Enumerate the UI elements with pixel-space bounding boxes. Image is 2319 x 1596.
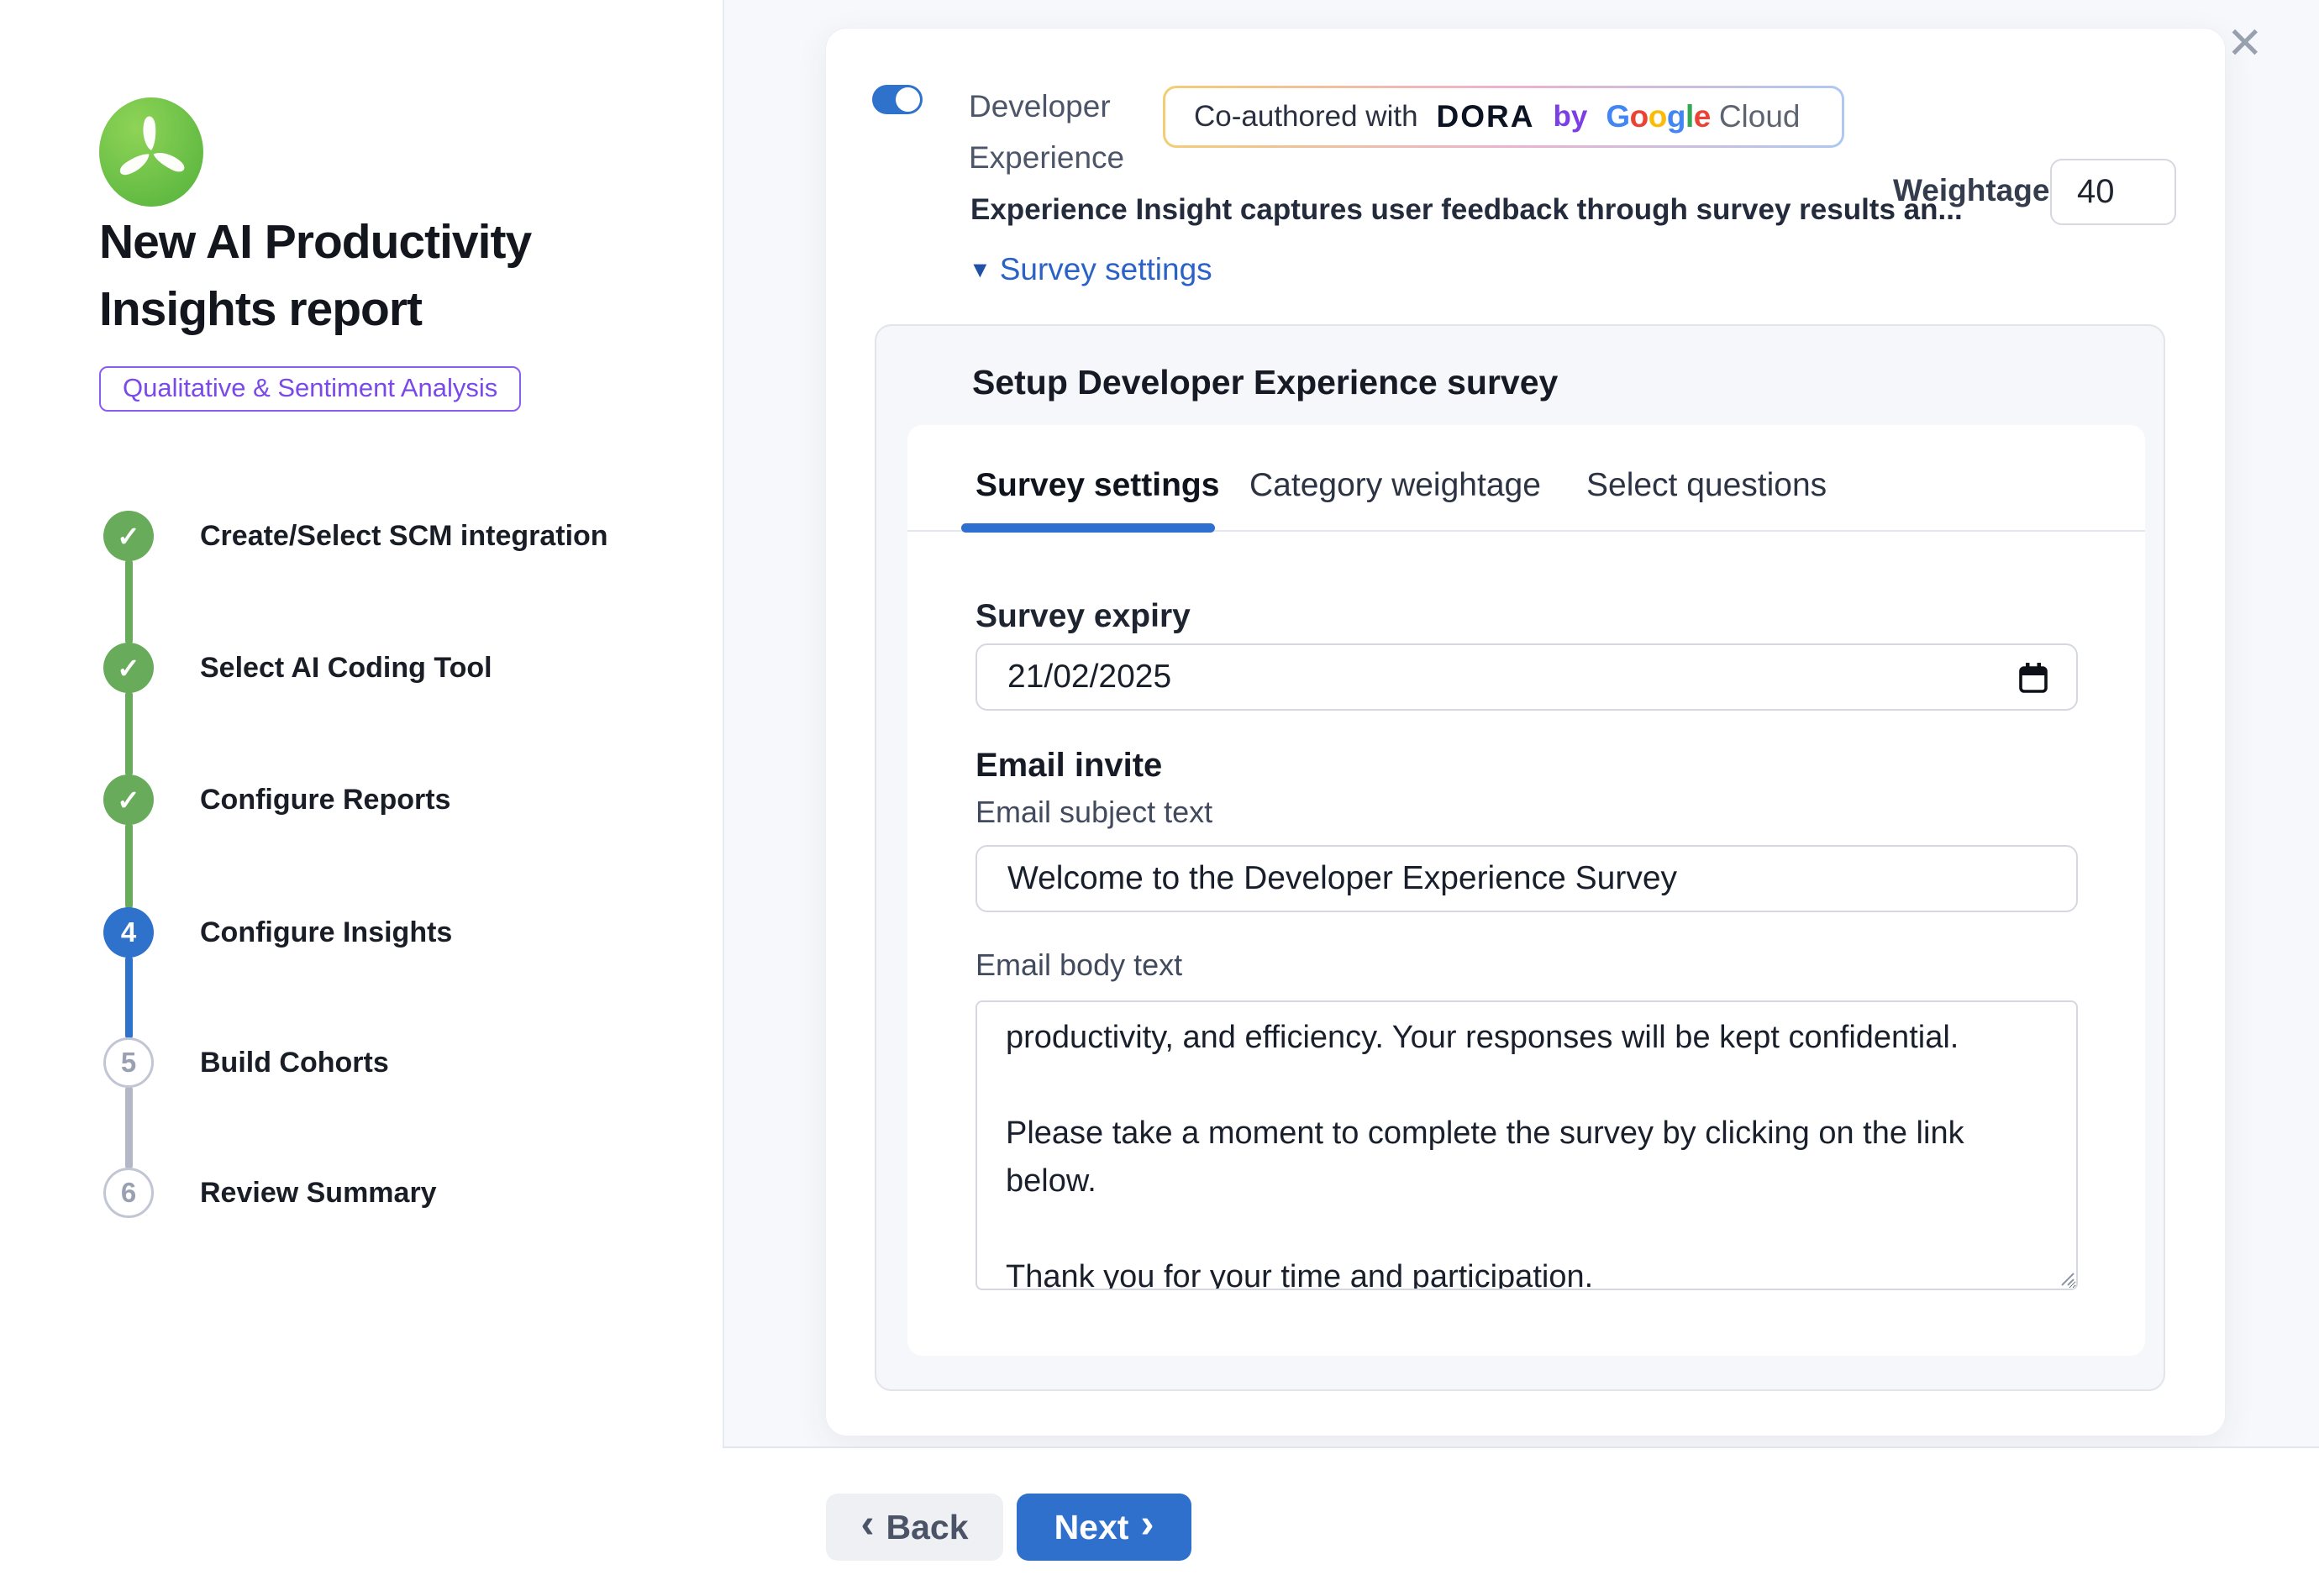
google-letter: o — [1630, 99, 1649, 134]
chevron-left-icon: ‹ — [861, 1508, 875, 1541]
page: { "sidebar": { "title": "New AI Producti… — [0, 0, 2319, 1596]
collapse-triangle-icon: ▼ — [969, 257, 991, 283]
footer: ‹ Back Next › — [723, 1448, 2319, 1596]
google-cloud-label: Cloud — [1719, 99, 1801, 134]
google-letter: o — [1649, 99, 1667, 134]
google-letter: g — [1667, 99, 1685, 134]
step-marker-6[interactable]: 6 — [103, 1168, 154, 1218]
tab-category-weightage[interactable]: Category weightage — [1249, 467, 1541, 504]
coauthored-badge: Co-authored with DORA by Google Cloud — [1163, 86, 1844, 148]
step-marker-4[interactable]: 4 — [103, 907, 154, 958]
step-label-configure-insights[interactable]: Configure Insights — [200, 912, 452, 953]
google-letter: l — [1685, 99, 1694, 134]
sidebar: New AI Productivity Insights report Qual… — [0, 0, 724, 1596]
survey-setup-panel: Setup Developer Experience survey Survey… — [875, 324, 2165, 1391]
step-connector — [125, 823, 133, 909]
step-label-ai-coding-tool[interactable]: Select AI Coding Tool — [200, 648, 492, 688]
developer-experience-toggle[interactable] — [872, 85, 923, 114]
back-button-label: Back — [886, 1508, 968, 1547]
calendar-icon[interactable] — [2018, 662, 2048, 698]
survey-expiry-label: Survey expiry — [975, 598, 1191, 635]
survey-settings-link-label: Survey settings — [1000, 252, 1212, 287]
step-marker-3[interactable]: ✓ — [103, 774, 154, 825]
dora-logo: DORA — [1437, 99, 1535, 134]
propeller-logo-icon — [99, 97, 203, 207]
survey-setup-heading: Setup Developer Experience survey — [972, 363, 1558, 402]
page-title: New AI Productivity Insights report — [99, 208, 645, 343]
close-icon[interactable]: ✕ — [2227, 22, 2264, 66]
email-invite-heading: Email invite — [975, 747, 1162, 785]
insight-description: Experience Insight captures user feedbac… — [970, 193, 1963, 227]
google-letter: G — [1606, 99, 1629, 134]
email-subject-input[interactable] — [975, 845, 2078, 912]
survey-settings-collapse-link[interactable]: ▼ Survey settings — [969, 252, 1212, 287]
step-label-configure-reports[interactable]: Configure Reports — [200, 780, 450, 820]
tab-survey-settings[interactable]: Survey settings — [975, 467, 1219, 504]
step-connector — [125, 691, 133, 776]
tab-select-questions[interactable]: Select questions — [1586, 467, 1827, 504]
step-marker-1[interactable]: ✓ — [103, 511, 154, 561]
report-type-badge: Qualitative & Sentiment Analysis — [99, 366, 521, 412]
active-tab-underline — [961, 523, 1215, 533]
google-letter: e — [1694, 99, 1711, 134]
google-logo: Google — [1606, 99, 1710, 134]
step-connector — [125, 559, 133, 644]
step-connector — [125, 1086, 133, 1169]
survey-expiry-input[interactable] — [975, 643, 2078, 711]
step-label-build-cohorts[interactable]: Build Cohorts — [200, 1042, 389, 1083]
step-marker-5[interactable]: 5 — [103, 1037, 154, 1088]
weightage-input[interactable] — [2050, 159, 2176, 225]
coauthored-badge-inner: Co-authored with DORA by Google Cloud — [1165, 88, 1842, 145]
coauthored-by: by — [1554, 100, 1588, 134]
step-label-scm-integration[interactable]: Create/Select SCM integration — [200, 516, 608, 556]
survey-tabs-card: Survey settings Category weightage Selec… — [907, 425, 2145, 1356]
email-subject-label: Email subject text — [975, 795, 1212, 830]
toggle-knob — [896, 87, 920, 112]
weightage-label: Weightage — [1893, 173, 2049, 208]
email-body-textarea[interactable]: productivity, and efficiency. Your respo… — [975, 1000, 2078, 1290]
back-button[interactable]: ‹ Back — [826, 1494, 1003, 1561]
next-button[interactable]: Next › — [1017, 1494, 1191, 1561]
step-connector — [125, 956, 133, 1039]
coauthored-prefix: Co-authored with — [1194, 100, 1418, 134]
step-marker-2[interactable]: ✓ — [103, 643, 154, 693]
step-label-review-summary[interactable]: Review Summary — [200, 1173, 437, 1213]
email-body-label: Email body text — [975, 948, 1182, 983]
chevron-right-icon: › — [1140, 1508, 1154, 1541]
configure-insights-modal: Developer Experience Co-authored with DO… — [825, 28, 2226, 1436]
next-button-label: Next — [1054, 1508, 1129, 1547]
insight-name-label: Developer Experience — [969, 81, 1179, 183]
